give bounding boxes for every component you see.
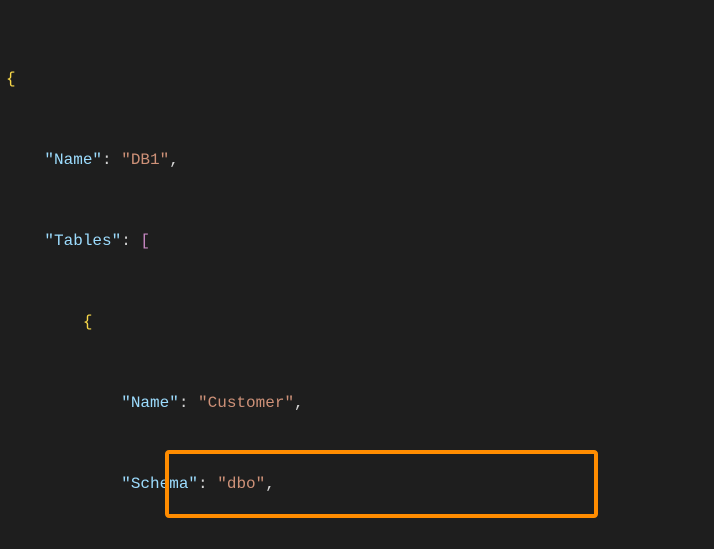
json-key: "Name" xyxy=(121,394,179,412)
json-key: "Name" xyxy=(44,151,102,169)
json-key: "Schema" xyxy=(121,475,198,493)
code-editor[interactable]: { "Name": "DB1", "Tables": [ { "Name": "… xyxy=(0,0,714,549)
code-line: { xyxy=(0,66,714,93)
code-line: "Tables": [ xyxy=(0,228,714,255)
brace-open: { xyxy=(83,313,93,331)
json-string: "dbo" xyxy=(217,475,265,493)
json-string: "DB1" xyxy=(121,151,169,169)
json-string: "Customer" xyxy=(198,394,294,412)
code-line: "Name": "DB1", xyxy=(0,147,714,174)
code-line: "Name": "Customer", xyxy=(0,390,714,417)
brace-open: { xyxy=(6,70,16,88)
code-line: { xyxy=(0,309,714,336)
json-key: "Tables" xyxy=(44,232,121,250)
code-line: "Schema": "dbo", xyxy=(0,471,714,498)
bracket-open: [ xyxy=(140,232,150,250)
